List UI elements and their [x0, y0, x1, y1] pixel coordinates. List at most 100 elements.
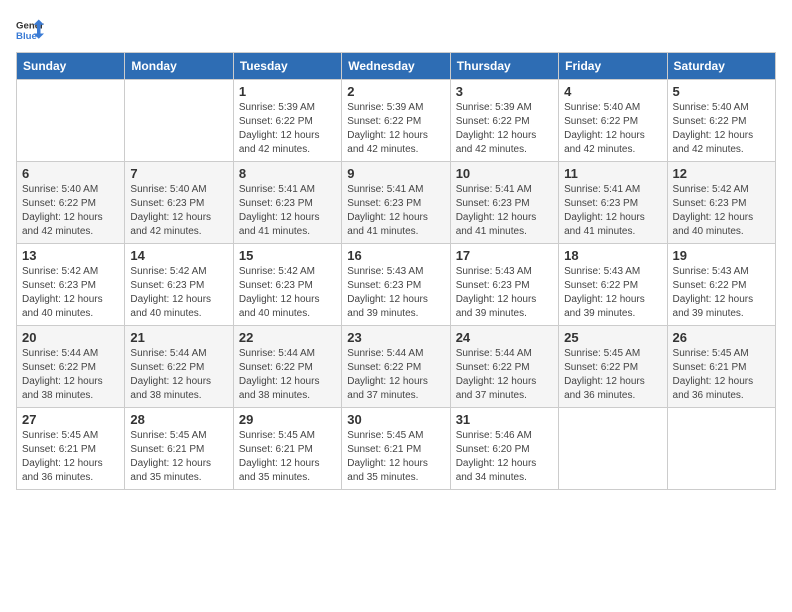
day-info: Sunrise: 5:45 AM Sunset: 6:22 PM Dayligh…: [564, 347, 661, 403]
calendar-cell: 22 Sunrise: 5:44 AM Sunset: 6:22 PM Dayli…: [233, 326, 341, 408]
day-info: Sunrise: 5:43 AM Sunset: 6:22 PM Dayligh…: [673, 265, 770, 321]
day-number: 5: [673, 84, 770, 99]
calendar-cell: 7 Sunrise: 5:40 AM Sunset: 6:23 PM Daylig…: [125, 162, 233, 244]
calendar-week-3: 13 Sunrise: 5:42 AM Sunset: 6:23 PM Dayli…: [17, 244, 776, 326]
calendar-cell: 31Sunrise: 5:46 AM Sunset: 6:20 PM Dayli…: [450, 408, 558, 490]
calendar-cell: 29 Sunrise: 5:45 AM Sunset: 6:21 PM Dayli…: [233, 408, 341, 490]
day-info: Sunrise: 5:44 AM Sunset: 6:22 PM Dayligh…: [239, 347, 336, 403]
day-info: Sunrise: 5:43 AM Sunset: 6:23 PM Dayligh…: [456, 265, 553, 321]
calendar-cell: 8 Sunrise: 5:41 AM Sunset: 6:23 PM Daylig…: [233, 162, 341, 244]
day-number: 3: [456, 84, 553, 99]
day-info: Sunrise: 5:39 AM Sunset: 6:22 PM Dayligh…: [456, 101, 553, 157]
logo: General Blue: [16, 16, 44, 44]
logo-icon: General Blue: [16, 16, 44, 44]
day-info: Sunrise: 5:44 AM Sunset: 6:22 PM Dayligh…: [130, 347, 227, 403]
day-info: Sunrise: 5:44 AM Sunset: 6:22 PM Dayligh…: [22, 347, 119, 403]
day-number: 6: [22, 166, 119, 181]
day-number: 30: [347, 412, 444, 427]
calendar-cell: 13 Sunrise: 5:42 AM Sunset: 6:23 PM Dayli…: [17, 244, 125, 326]
day-number: 21: [130, 330, 227, 345]
calendar-cell: 11 Sunrise: 5:41 AM Sunset: 6:23 PM Dayli…: [559, 162, 667, 244]
calendar-week-2: 6 Sunrise: 5:40 AM Sunset: 6:22 PM Daylig…: [17, 162, 776, 244]
calendar-table: SundayMondayTuesdayWednesdayThursdayFrid…: [16, 52, 776, 490]
calendar-cell: 25 Sunrise: 5:45 AM Sunset: 6:22 PM Dayli…: [559, 326, 667, 408]
day-info: Sunrise: 5:41 AM Sunset: 6:23 PM Dayligh…: [347, 183, 444, 239]
calendar-cell: 19 Sunrise: 5:43 AM Sunset: 6:22 PM Dayli…: [667, 244, 775, 326]
svg-text:Blue: Blue: [16, 31, 37, 42]
weekday-header-thursday: Thursday: [450, 53, 558, 80]
day-number: 9: [347, 166, 444, 181]
calendar-cell: 9 Sunrise: 5:41 AM Sunset: 6:23 PM Daylig…: [342, 162, 450, 244]
weekday-header-sunday: Sunday: [17, 53, 125, 80]
day-number: 12: [673, 166, 770, 181]
day-number: 27: [22, 412, 119, 427]
calendar-cell: 3 Sunrise: 5:39 AM Sunset: 6:22 PM Daylig…: [450, 80, 558, 162]
calendar-cell: 26 Sunrise: 5:45 AM Sunset: 6:21 PM Dayli…: [667, 326, 775, 408]
day-info: Sunrise: 5:41 AM Sunset: 6:23 PM Dayligh…: [239, 183, 336, 239]
day-info: Sunrise: 5:42 AM Sunset: 6:23 PM Dayligh…: [22, 265, 119, 321]
calendar-cell: 5 Sunrise: 5:40 AM Sunset: 6:22 PM Daylig…: [667, 80, 775, 162]
day-info: Sunrise: 5:45 AM Sunset: 6:21 PM Dayligh…: [347, 429, 444, 485]
calendar-cell: [125, 80, 233, 162]
day-info: Sunrise: 5:40 AM Sunset: 6:23 PM Dayligh…: [130, 183, 227, 239]
calendar-cell: 18 Sunrise: 5:43 AM Sunset: 6:22 PM Dayli…: [559, 244, 667, 326]
day-number: 22: [239, 330, 336, 345]
day-info: Sunrise: 5:39 AM Sunset: 6:22 PM Dayligh…: [347, 101, 444, 157]
calendar-week-5: 27 Sunrise: 5:45 AM Sunset: 6:21 PM Dayli…: [17, 408, 776, 490]
day-number: 19: [673, 248, 770, 263]
weekday-header-monday: Monday: [125, 53, 233, 80]
calendar-cell: [559, 408, 667, 490]
day-info: Sunrise: 5:43 AM Sunset: 6:22 PM Dayligh…: [564, 265, 661, 321]
day-number: 31: [456, 412, 553, 427]
day-info: Sunrise: 5:45 AM Sunset: 6:21 PM Dayligh…: [22, 429, 119, 485]
day-info: Sunrise: 5:40 AM Sunset: 6:22 PM Dayligh…: [564, 101, 661, 157]
day-number: 14: [130, 248, 227, 263]
day-info: Sunrise: 5:40 AM Sunset: 6:22 PM Dayligh…: [673, 101, 770, 157]
day-number: 18: [564, 248, 661, 263]
day-number: 29: [239, 412, 336, 427]
day-info: Sunrise: 5:41 AM Sunset: 6:23 PM Dayligh…: [456, 183, 553, 239]
day-number: 16: [347, 248, 444, 263]
calendar-cell: 27 Sunrise: 5:45 AM Sunset: 6:21 PM Dayli…: [17, 408, 125, 490]
day-number: 25: [564, 330, 661, 345]
day-info: Sunrise: 5:44 AM Sunset: 6:22 PM Dayligh…: [456, 347, 553, 403]
calendar-cell: 15Sunrise: 5:42 AM Sunset: 6:23 PM Dayli…: [233, 244, 341, 326]
calendar-cell: 6 Sunrise: 5:40 AM Sunset: 6:22 PM Daylig…: [17, 162, 125, 244]
day-number: 26: [673, 330, 770, 345]
day-number: 10: [456, 166, 553, 181]
weekday-header-saturday: Saturday: [667, 53, 775, 80]
day-number: 20: [22, 330, 119, 345]
day-number: 11: [564, 166, 661, 181]
calendar-cell: 24 Sunrise: 5:44 AM Sunset: 6:22 PM Dayli…: [450, 326, 558, 408]
day-number: 4: [564, 84, 661, 99]
day-number: 7: [130, 166, 227, 181]
weekday-header-friday: Friday: [559, 53, 667, 80]
day-number: 1: [239, 84, 336, 99]
day-number: 15: [239, 248, 336, 263]
day-info: Sunrise: 5:42 AM Sunset: 6:23 PM Dayligh…: [130, 265, 227, 321]
weekday-header-wednesday: Wednesday: [342, 53, 450, 80]
calendar-cell: 17 Sunrise: 5:43 AM Sunset: 6:23 PM Dayli…: [450, 244, 558, 326]
day-info: Sunrise: 5:45 AM Sunset: 6:21 PM Dayligh…: [239, 429, 336, 485]
calendar-cell: 21 Sunrise: 5:44 AM Sunset: 6:22 PM Dayli…: [125, 326, 233, 408]
day-number: 23: [347, 330, 444, 345]
calendar-cell: 10 Sunrise: 5:41 AM Sunset: 6:23 PM Dayli…: [450, 162, 558, 244]
calendar-cell: 1 Sunrise: 5:39 AM Sunset: 6:22 PM Daylig…: [233, 80, 341, 162]
weekday-header-row: SundayMondayTuesdayWednesdayThursdayFrid…: [17, 53, 776, 80]
day-info: Sunrise: 5:39 AM Sunset: 6:22 PM Dayligh…: [239, 101, 336, 157]
day-info: Sunrise: 5:43 AM Sunset: 6:23 PM Dayligh…: [347, 265, 444, 321]
calendar-week-4: 20 Sunrise: 5:44 AM Sunset: 6:22 PM Dayli…: [17, 326, 776, 408]
weekday-header-tuesday: Tuesday: [233, 53, 341, 80]
calendar-cell: [667, 408, 775, 490]
day-info: Sunrise: 5:45 AM Sunset: 6:21 PM Dayligh…: [673, 347, 770, 403]
day-info: Sunrise: 5:42 AM Sunset: 6:23 PM Dayligh…: [673, 183, 770, 239]
day-number: 24: [456, 330, 553, 345]
calendar-cell: 16 Sunrise: 5:43 AM Sunset: 6:23 PM Dayli…: [342, 244, 450, 326]
day-info: Sunrise: 5:41 AM Sunset: 6:23 PM Dayligh…: [564, 183, 661, 239]
day-number: 17: [456, 248, 553, 263]
day-info: Sunrise: 5:40 AM Sunset: 6:22 PM Dayligh…: [22, 183, 119, 239]
day-number: 8: [239, 166, 336, 181]
day-number: 13: [22, 248, 119, 263]
calendar-cell: 2Sunrise: 5:39 AM Sunset: 6:22 PM Daylig…: [342, 80, 450, 162]
day-number: 28: [130, 412, 227, 427]
